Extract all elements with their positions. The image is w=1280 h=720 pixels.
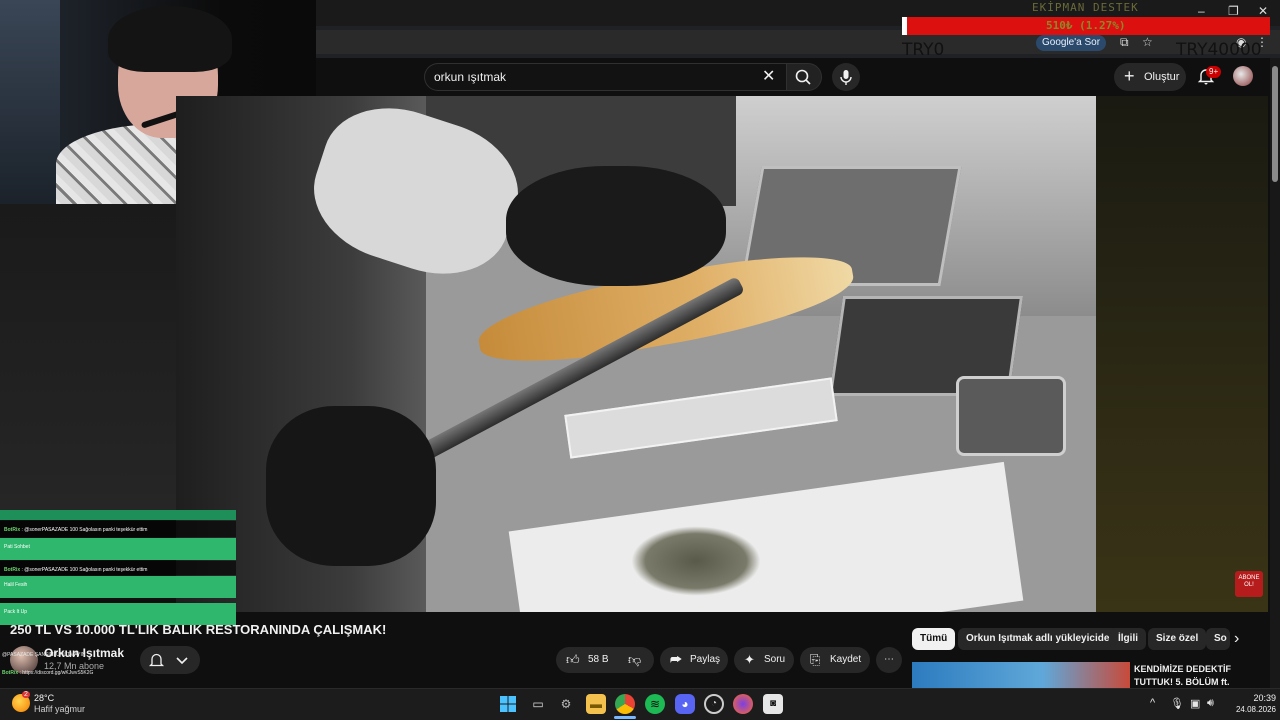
black-glove <box>266 406 436 566</box>
share-label: Paylaş <box>690 654 721 665</box>
white-tray <box>564 377 838 459</box>
chat-text: Halil Fesih <box>4 582 28 588</box>
recommended-title[interactable]: KENDİMİZE DEDEKTİF <box>1134 664 1231 674</box>
more-actions-button[interactable]: ⋯ <box>876 647 902 673</box>
google-ask-button[interactable]: Google'a Sor <box>1036 35 1107 51</box>
video-player[interactable] <box>176 96 1096 612</box>
scrollbar-thumb[interactable] <box>1272 66 1278 182</box>
close-icon[interactable]: ✕ <box>1258 4 1268 18</box>
donation-title: EKİPMAN DESTEK <box>1032 1 1139 14</box>
more-icon: ⋯ <box>884 654 894 665</box>
sauce-bowl <box>956 376 1066 456</box>
voice-search-button[interactable] <box>832 63 860 91</box>
plate-board <box>508 461 1024 612</box>
chat-message: @PASAZADE ŞANSINI UNUTMAYIN <box>2 652 86 658</box>
chat-message: BotRix : https://discord.gg/wKJwvS5K2G <box>2 670 94 676</box>
donation-progress-fill <box>902 17 907 35</box>
chat-user: BotRix <box>2 670 19 676</box>
ask-label: Soru <box>764 654 786 665</box>
taskbar <box>0 688 1280 720</box>
subscribe-watermark[interactable]: ABONE OL! <box>1235 571 1263 597</box>
donation-goal-label: TRY40000 <box>1176 40 1262 60</box>
chat-alert: Halil Fesih <box>0 576 236 598</box>
bell-icon <box>148 653 188 667</box>
donation-progress-text: 510₺ (1.27%) <box>1046 19 1126 32</box>
steam-icon[interactable]: ◔ <box>704 694 724 714</box>
maximize-icon[interactable]: ❐ <box>1228 4 1239 18</box>
video-side-panel <box>1096 96 1268 612</box>
chat-user: BotRix <box>4 527 21 533</box>
weather-description[interactable]: Hafif yağmur <box>34 704 85 714</box>
volume-icon[interactable]: 🔊︎ <box>1207 697 1214 710</box>
chrome-icon[interactable] <box>615 694 635 714</box>
file-explorer-icon[interactable]: ▬ <box>586 694 606 714</box>
obs-icon[interactable]: ◙ <box>763 694 783 714</box>
like-count[interactable]: 58 B <box>588 647 609 673</box>
settings-icon[interactable]: ⚙ <box>556 694 576 714</box>
bookmark-icon: ⎘ <box>810 652 821 667</box>
share-button[interactable]: ⮫ Paylaş <box>660 647 728 673</box>
chip-more[interactable]: So <box>1206 628 1230 650</box>
donation-min-label: TRY0 <box>902 40 945 60</box>
ask-button[interactable]: ✦ Soru <box>734 647 794 673</box>
chevron-up-icon[interactable]: ^ <box>1150 697 1155 709</box>
network-icon[interactable]: ▣ <box>1190 697 1200 710</box>
bookmark-star-icon[interactable]: ☆ <box>1142 35 1153 49</box>
chat-message: BotRix : @sonerPASAZADE 100 Sağolasın pa… <box>0 521 236 537</box>
chevron-right-icon[interactable]: › <box>1234 630 1239 648</box>
discord-icon[interactable]: ◕ <box>675 694 695 714</box>
like-dislike-group: 👍︎ 58 B 👎︎ <box>556 647 654 673</box>
save-button[interactable]: ⎘ Kaydet <box>800 647 870 673</box>
notification-badge: 9+ <box>1206 66 1222 78</box>
minimize-icon[interactable]: – <box>1198 4 1205 18</box>
active-app-indicator <box>614 716 636 719</box>
search-query[interactable]: orkun ışıtmak <box>434 70 506 84</box>
chip-for-you[interactable]: Size özel <box>1148 628 1207 650</box>
microphone-icon[interactable]: 🎙︎ <box>1170 697 1184 710</box>
save-label: Kaydet <box>830 654 862 665</box>
like-icon[interactable]: 👍︎ <box>566 647 580 673</box>
extension-icon[interactable]: ⧉ <box>1120 35 1129 50</box>
windows-logo <box>500 696 516 712</box>
firefox-icon[interactable] <box>733 694 753 714</box>
left-dark-panel <box>0 204 176 510</box>
chat-alert: Pati Sohbet <box>0 538 236 560</box>
weather-badge: 2 <box>22 691 30 698</box>
streamer-hair <box>108 6 232 72</box>
plus-icon: + <box>1124 66 1135 86</box>
chat-alert: Pack It Up <box>0 603 236 625</box>
sparkle-icon: ✦ <box>744 652 755 667</box>
chip-all[interactable]: Tümü <box>912 628 956 650</box>
screen: – ❐ ✕ Google'a Sor ⧉ ☆ ◉ ⋮ EKİPMAN DESTE… <box>0 0 1280 720</box>
recommended-thumbnail[interactable] <box>912 662 1130 688</box>
microphone-icon <box>840 70 852 85</box>
share-icon: ⮫ <box>670 652 683 667</box>
account-avatar[interactable] <box>1233 66 1253 86</box>
chip-uploader[interactable]: Orkun Işıtmak adlı yükleyiciden <box>958 628 1124 650</box>
search-button[interactable] <box>786 63 822 91</box>
dislike-icon[interactable]: 👎︎ <box>628 647 641 673</box>
webcam-background <box>0 0 60 204</box>
search-icon <box>795 69 811 85</box>
clock-time[interactable]: 20:39 <box>1236 693 1276 703</box>
weather-temperature[interactable]: 28°C <box>34 693 54 703</box>
spotify-icon[interactable]: ≋ <box>645 694 665 714</box>
chat-text: Pack It Up <box>4 609 28 615</box>
chat-text: @sonerPASAZADE 100 Sağolasın panki teşek… <box>24 567 148 573</box>
recommended-title[interactable]: TUTTUK! 5. BÖLÜM ft. <box>1134 677 1229 687</box>
clear-search-icon[interactable]: ✕ <box>762 66 775 86</box>
task-view-icon[interactable]: ▭ <box>528 694 548 714</box>
chat-text: @sonerPASAZADE 100 Sağolasın panki teşek… <box>24 527 148 533</box>
chat-text: https://discord.gg/wKJwvS5K2G <box>22 670 94 676</box>
chat-alert <box>0 510 236 520</box>
chat-user: BotRix <box>4 567 21 573</box>
chat-text: Pati Sohbet <box>4 544 30 550</box>
start-icon[interactable] <box>498 694 518 714</box>
chopped-herbs <box>631 526 761 596</box>
black-glove <box>506 166 726 286</box>
subscription-bell-button[interactable] <box>140 646 200 674</box>
chip-related[interactable]: İlgili <box>1110 628 1146 650</box>
clock-date[interactable]: 24.08.2026 <box>1224 705 1276 714</box>
chat-message: BotRix : @sonerPASAZADE 100 Sağolasın pa… <box>0 561 236 575</box>
